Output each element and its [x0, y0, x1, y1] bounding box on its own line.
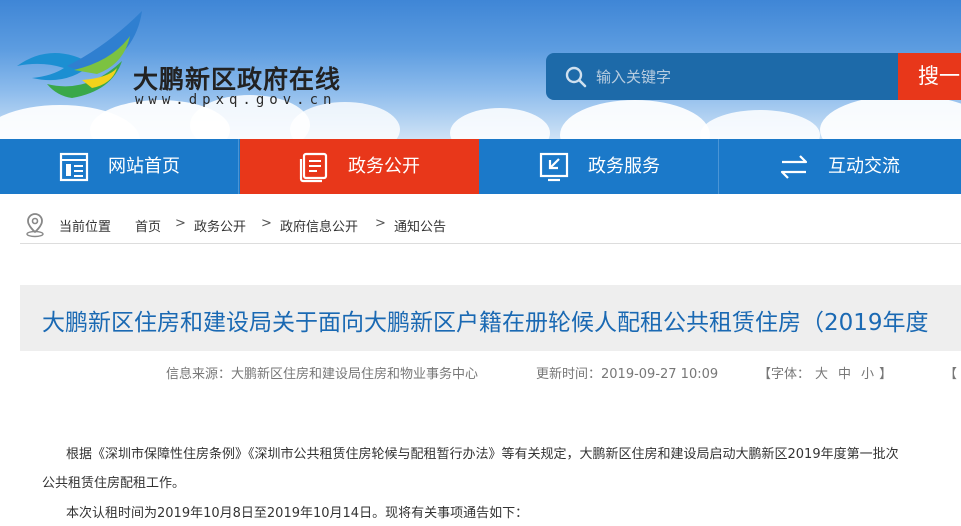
- nav-label: 互动交流: [828, 156, 900, 177]
- nav-label: 网站首页: [108, 156, 180, 177]
- search-button[interactable]: 搜一下: [898, 53, 961, 100]
- article-title-bar: 大鹏新区住房和建设局关于面向大鹏新区户籍在册轮候人配租公共租赁住房（2019年度: [20, 285, 961, 351]
- breadcrumb: 当前位置 首页 > 政务公开 > 政府信息公开 > 通知公告: [20, 206, 961, 244]
- exchange-icon: [780, 155, 808, 179]
- nav-item-interaction[interactable]: 互动交流: [720, 139, 959, 194]
- home-icon: [59, 152, 89, 182]
- cloud-decoration: [700, 110, 820, 139]
- font-size-suffix: 】: [879, 367, 893, 382]
- nav-item-services[interactable]: 政务服务: [480, 139, 719, 194]
- nav-item-home[interactable]: 网站首页: [0, 139, 239, 194]
- extra-bracket: 【: [944, 367, 958, 382]
- article-paragraph: 本次认租时间为2019年10月8日至2019年10月14日。现将有关事项通告如下…: [66, 506, 529, 521]
- breadcrumb-prefix: 当前位置: [59, 220, 112, 235]
- font-size-large-link[interactable]: 大: [815, 367, 828, 382]
- article-updated-time: 更新时间：2019-09-27 10:09: [536, 367, 719, 382]
- site-url: www.dpxq.gov.cn: [135, 92, 337, 108]
- font-size-switcher: 【字体： 大中小】: [758, 363, 892, 382]
- article-source: 信息来源：大鹏新区住房和建设局住房和物业事务中心: [166, 367, 479, 382]
- font-size-prefix: 【字体：: [758, 367, 811, 382]
- breadcrumb-item-notices[interactable]: 通知公告: [394, 216, 446, 235]
- font-size-small-link[interactable]: 小: [861, 367, 874, 382]
- article-paragraph: 根据《深圳市保障性住房条例》《深圳市公共租赁住房轮候与配租暂行办法》等有关规定，…: [66, 447, 899, 462]
- article-title: 大鹏新区住房和建设局关于面向大鹏新区户籍在册轮候人配租公共租赁住房（2019年度: [42, 310, 929, 336]
- main-nav: 网站首页 政务公开 政务服务 互动交流: [0, 139, 961, 194]
- breadcrumb-item-info-disclosure[interactable]: 政府信息公开: [280, 216, 358, 235]
- header-banner: 大鹏新区政府在线 www.dpxq.gov.cn 搜一下: [0, 0, 961, 139]
- search-box: [546, 53, 902, 100]
- cloud-decoration: [560, 100, 710, 139]
- breadcrumb-separator: >: [261, 216, 272, 231]
- service-icon: [539, 152, 569, 182]
- search-input[interactable]: [596, 53, 896, 100]
- breadcrumb-separator: >: [175, 216, 186, 231]
- cloud-decoration: [820, 95, 961, 139]
- nav-label: 政务公开: [348, 156, 420, 177]
- breadcrumb-item-home[interactable]: 首页: [135, 216, 161, 235]
- article-paragraph: 公共租赁住房配租工作。: [42, 476, 186, 491]
- breadcrumb-item-government-affairs[interactable]: 政务公开: [194, 216, 246, 235]
- search-icon: [565, 66, 587, 88]
- font-size-medium-link[interactable]: 中: [838, 367, 851, 382]
- site-name: 大鹏新区政府在线: [133, 65, 342, 94]
- location-pin-icon: [26, 213, 44, 238]
- document-icon: [299, 152, 328, 183]
- cloud-decoration: [450, 108, 550, 139]
- breadcrumb-separator: >: [375, 216, 386, 231]
- nav-label: 政务服务: [588, 156, 660, 177]
- nav-item-government-affairs[interactable]: 政务公开: [240, 139, 479, 194]
